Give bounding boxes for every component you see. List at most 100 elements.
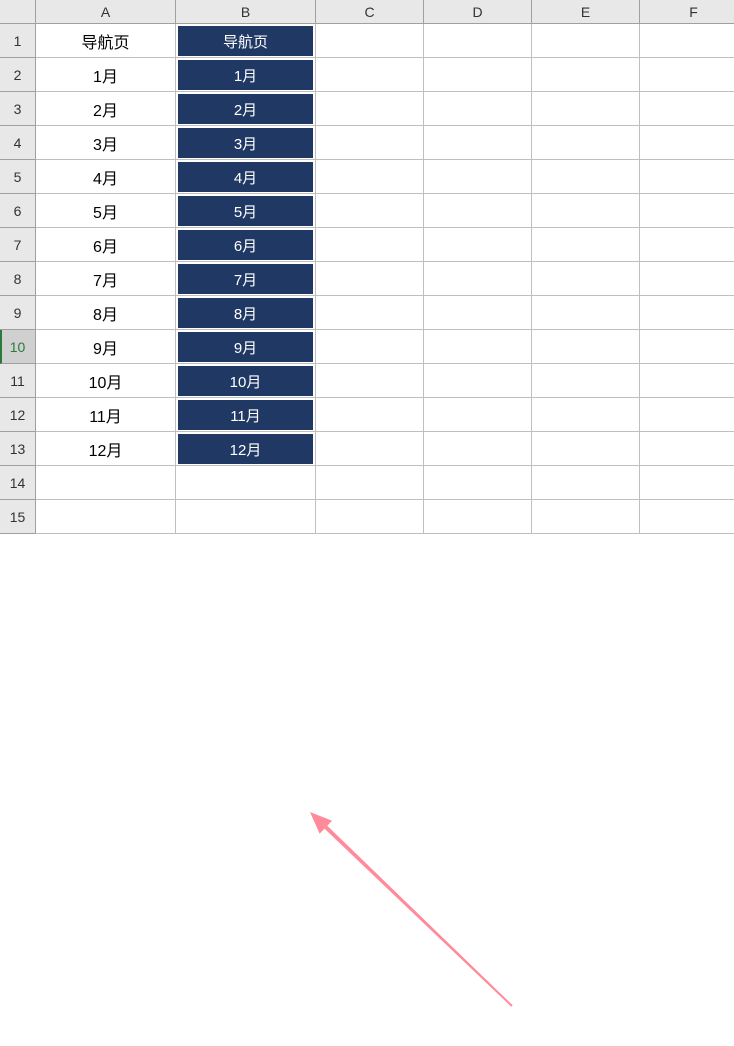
cell-B1[interactable]: 导航页: [176, 24, 316, 58]
nav-button-3[interactable]: 2月: [177, 93, 314, 125]
cell-D9[interactable]: [424, 296, 532, 330]
cell-B8[interactable]: 7月: [176, 262, 316, 296]
cell-D4[interactable]: [424, 126, 532, 160]
cell-C15[interactable]: [316, 500, 424, 534]
cell-E5[interactable]: [532, 160, 640, 194]
row-header-1[interactable]: 1: [0, 24, 36, 58]
cell-F6[interactable]: [640, 194, 734, 228]
cell-F4[interactable]: [640, 126, 734, 160]
cell-A15[interactable]: [36, 500, 176, 534]
cell-D1[interactable]: [424, 24, 532, 58]
cell-D15[interactable]: [424, 500, 532, 534]
cell-F3[interactable]: [640, 92, 734, 126]
cell-A3[interactable]: 2月: [36, 92, 176, 126]
cell-B13[interactable]: 12月: [176, 432, 316, 466]
cell-A14[interactable]: [36, 466, 176, 500]
cell-C8[interactable]: [316, 262, 424, 296]
row-header-9[interactable]: 9: [0, 296, 36, 330]
cell-D14[interactable]: [424, 466, 532, 500]
cell-C14[interactable]: [316, 466, 424, 500]
nav-button-13[interactable]: 12月: [177, 433, 314, 465]
cell-B12[interactable]: 11月: [176, 398, 316, 432]
cell-D7[interactable]: [424, 228, 532, 262]
row-header-8[interactable]: 8: [0, 262, 36, 296]
cell-C1[interactable]: [316, 24, 424, 58]
cell-A9[interactable]: 8月: [36, 296, 176, 330]
cell-B15[interactable]: [176, 500, 316, 534]
select-all-corner[interactable]: [0, 0, 36, 24]
cell-E4[interactable]: [532, 126, 640, 160]
nav-button-11[interactable]: 10月: [177, 365, 314, 397]
cell-D11[interactable]: [424, 364, 532, 398]
cell-E14[interactable]: [532, 466, 640, 500]
cell-A7[interactable]: 6月: [36, 228, 176, 262]
cell-E1[interactable]: [532, 24, 640, 58]
col-header-D[interactable]: D: [424, 0, 532, 24]
row-header-14[interactable]: 14: [0, 466, 36, 500]
cell-E2[interactable]: [532, 58, 640, 92]
cell-A6[interactable]: 5月: [36, 194, 176, 228]
cell-D5[interactable]: [424, 160, 532, 194]
cell-B7[interactable]: 6月: [176, 228, 316, 262]
cell-F5[interactable]: [640, 160, 734, 194]
row-header-12[interactable]: 12: [0, 398, 36, 432]
cell-C2[interactable]: [316, 58, 424, 92]
row-header-15[interactable]: 15: [0, 500, 36, 534]
cell-F7[interactable]: [640, 228, 734, 262]
cell-A11[interactable]: 10月: [36, 364, 176, 398]
nav-button-5[interactable]: 4月: [177, 161, 314, 193]
cell-B4[interactable]: 3月: [176, 126, 316, 160]
cell-C12[interactable]: [316, 398, 424, 432]
cell-D10[interactable]: [424, 330, 532, 364]
cell-A1[interactable]: 导航页: [36, 24, 176, 58]
cell-F13[interactable]: [640, 432, 734, 466]
cell-B5[interactable]: 4月: [176, 160, 316, 194]
cell-C5[interactable]: [316, 160, 424, 194]
cell-F15[interactable]: [640, 500, 734, 534]
cell-A2[interactable]: 1月: [36, 58, 176, 92]
row-header-3[interactable]: 3: [0, 92, 36, 126]
row-header-2[interactable]: 2: [0, 58, 36, 92]
cell-D12[interactable]: [424, 398, 532, 432]
nav-button-10[interactable]: 9月: [177, 331, 314, 363]
nav-button-4[interactable]: 3月: [177, 127, 314, 159]
cell-A12[interactable]: 11月: [36, 398, 176, 432]
cell-F9[interactable]: [640, 296, 734, 330]
cell-C3[interactable]: [316, 92, 424, 126]
cell-A5[interactable]: 4月: [36, 160, 176, 194]
cell-E9[interactable]: [532, 296, 640, 330]
cell-E13[interactable]: [532, 432, 640, 466]
col-header-B[interactable]: B: [176, 0, 316, 24]
cell-D13[interactable]: [424, 432, 532, 466]
cell-B2[interactable]: 1月: [176, 58, 316, 92]
cell-B10[interactable]: 9月: [176, 330, 316, 364]
cell-B14[interactable]: [176, 466, 316, 500]
cell-C13[interactable]: [316, 432, 424, 466]
cell-F11[interactable]: [640, 364, 734, 398]
cell-D6[interactable]: [424, 194, 532, 228]
nav-button-9[interactable]: 8月: [177, 297, 314, 329]
cell-D3[interactable]: [424, 92, 532, 126]
cell-F2[interactable]: [640, 58, 734, 92]
spreadsheet-grid[interactable]: ABCDEF1导航页导航页21月1月32月2月43月3月54月4月65月5月76…: [0, 0, 734, 534]
col-header-C[interactable]: C: [316, 0, 424, 24]
nav-button-2[interactable]: 1月: [177, 59, 314, 91]
cell-C11[interactable]: [316, 364, 424, 398]
nav-button-12[interactable]: 11月: [177, 399, 314, 431]
nav-button-6[interactable]: 5月: [177, 195, 314, 227]
row-header-4[interactable]: 4: [0, 126, 36, 160]
cell-B11[interactable]: 10月: [176, 364, 316, 398]
cell-D8[interactable]: [424, 262, 532, 296]
cell-F12[interactable]: [640, 398, 734, 432]
cell-C6[interactable]: [316, 194, 424, 228]
cell-B6[interactable]: 5月: [176, 194, 316, 228]
cell-E6[interactable]: [532, 194, 640, 228]
cell-E8[interactable]: [532, 262, 640, 296]
cell-E15[interactable]: [532, 500, 640, 534]
row-header-6[interactable]: 6: [0, 194, 36, 228]
cell-A8[interactable]: 7月: [36, 262, 176, 296]
cell-F10[interactable]: [640, 330, 734, 364]
cell-E12[interactable]: [532, 398, 640, 432]
cell-B9[interactable]: 8月: [176, 296, 316, 330]
cell-A13[interactable]: 12月: [36, 432, 176, 466]
